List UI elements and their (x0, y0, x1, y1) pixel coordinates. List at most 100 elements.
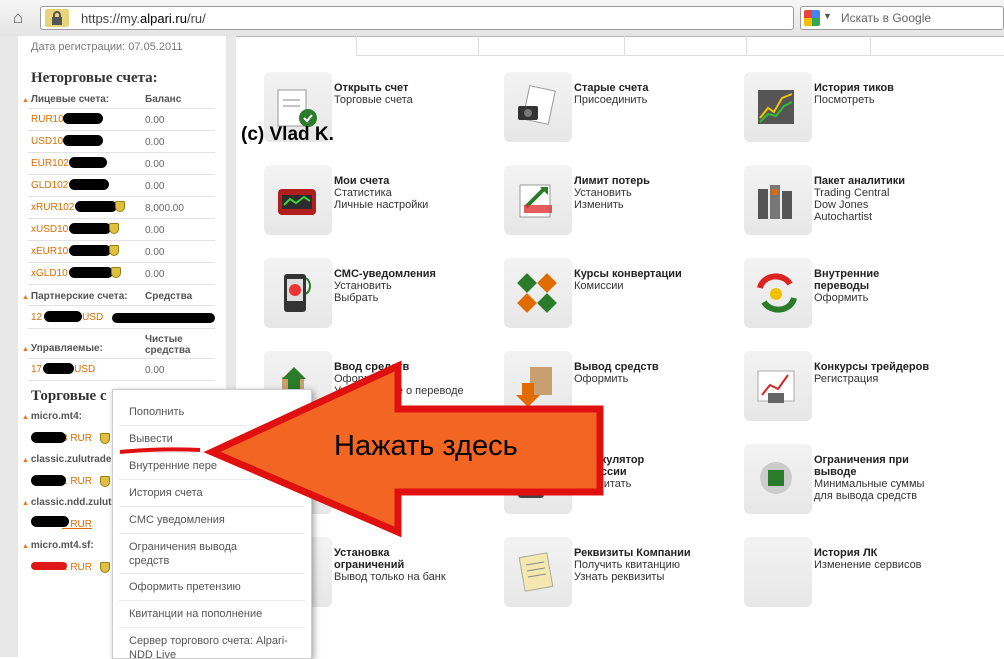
url-text[interactable]: https://my.alpari.ru/ru/ (81, 11, 206, 26)
tile-link[interactable]: Autochartist (814, 211, 872, 223)
wallet-account-link[interactable]: EUR102 (31, 158, 69, 169)
wallet-account-link[interactable]: RUR10 (31, 114, 64, 125)
internal-transfer-icon[interactable] (744, 258, 812, 328)
my-accounts-icon[interactable] (264, 165, 332, 235)
service-tile[interactable]: Ограничения при выводе Минимальные суммы дл… (744, 444, 974, 524)
tile-title[interactable]: Установка (334, 547, 390, 559)
tile-link[interactable]: Оформить (814, 292, 868, 304)
tile-title[interactable]: История тиков (814, 82, 894, 94)
wallet-account-link[interactable]: xRUR102 (31, 202, 74, 213)
conversion-rates-icon[interactable] (504, 258, 572, 328)
contest-icon[interactable] (744, 351, 812, 421)
tile-title[interactable]: Конкурсы трейдеров (814, 361, 929, 373)
tile-title[interactable]: Старые счета (574, 82, 648, 94)
tile-link[interactable]: Установить (574, 187, 632, 199)
tile-link[interactable]: Оформить (574, 373, 628, 385)
tile-title[interactable]: Вывод средств (574, 361, 659, 373)
tile-title[interactable]: Лимит потерь (574, 175, 650, 187)
home-icon[interactable]: ⌂ (8, 8, 28, 28)
chevron-down-icon[interactable]: ▼ (823, 11, 832, 21)
tile-link[interactable]: Комиссии (574, 280, 624, 292)
service-tile[interactable]: История ЛК Изменение сервисов (744, 537, 974, 617)
tile-link[interactable]: Получить квитанцию (574, 559, 680, 571)
tile-link[interactable]: комиссии (574, 466, 627, 478)
company-details-icon[interactable] (504, 537, 572, 607)
tile-link[interactable]: ограничений (334, 559, 404, 571)
withdraw-icon[interactable] (504, 351, 572, 421)
tile-title[interactable]: Ввод средств (334, 361, 409, 373)
service-tile[interactable]: Внутренние переводы Оформить (744, 258, 974, 338)
withdraw-limits-icon[interactable] (744, 444, 812, 514)
tile-link[interactable]: Trading Central (814, 187, 889, 199)
trading-account-link[interactable]: 1 RUR (62, 476, 92, 487)
service-tile[interactable]: Лимит потерь Установить Изменить (504, 165, 734, 245)
address-bar[interactable]: https://my.alpari.ru/ru/ ★ (40, 6, 825, 30)
menu-item-sms[interactable]: СМС уведомления (129, 513, 305, 527)
menu-item-deposit[interactable]: Пополнить (129, 405, 305, 419)
search-bar[interactable]: ▼ Искать в Google (800, 6, 1004, 30)
trading-account-link[interactable]: 3 RUR (62, 433, 92, 444)
tile-link[interactable]: Минимальные суммы (814, 478, 924, 490)
tile-link[interactable]: переводы (814, 280, 869, 292)
tile-title[interactable]: Калькулятор (574, 454, 644, 466)
tile-link[interactable]: Посмотреть (814, 94, 875, 106)
tile-link[interactable]: выводе (814, 466, 856, 478)
tile-link[interactable]: Торговые счета (334, 94, 413, 106)
tile-link[interactable]: Оформить (334, 373, 388, 385)
old-accounts-icon[interactable] (504, 72, 572, 142)
tile-link[interactable]: Присоединить (574, 94, 647, 106)
tile-link[interactable]: Dow Jones (814, 199, 868, 211)
loss-limit-icon[interactable] (504, 165, 572, 235)
tile-title[interactable]: Ограничения при (814, 454, 909, 466)
wallet-account-link[interactable]: xGLD10 (31, 268, 68, 279)
tile-link[interactable]: Рассчитать (574, 478, 631, 490)
menu-item-claim[interactable]: Оформить претензию (129, 580, 305, 594)
google-icon[interactable] (804, 10, 820, 26)
menu-item-receipts[interactable]: Квитанции на пополнение (129, 607, 305, 621)
tick-history-icon[interactable] (744, 72, 812, 142)
menu-item-withdraw-limits[interactable]: Ограничения вывода средств (129, 540, 269, 568)
tile-link[interactable]: Уведомление о переводе (334, 385, 464, 397)
menu-item-account-history[interactable]: История счета (129, 486, 305, 500)
service-tile[interactable]: Пакет аналитики Trading Central Dow Jones A… (744, 165, 974, 245)
tile-title[interactable]: Внутренние (814, 268, 879, 280)
service-tile[interactable]: Старые счета Присоединить (504, 72, 734, 152)
wallet-account-link[interactable]: xEUR10 (31, 246, 68, 257)
tile-link[interactable]: Установить (334, 280, 392, 292)
tile-link[interactable]: Выбрать (334, 292, 378, 304)
tile-title[interactable]: СМС-уведомления (334, 268, 436, 280)
tile-link[interactable]: для вывода средств (814, 490, 917, 502)
service-tile[interactable]: % Калькулятор комиссии Рассчитать (504, 444, 734, 524)
service-tile[interactable]: Мои счета Статистика Личные настройки (264, 165, 494, 245)
tile-link[interactable]: Узнать реквизиты (574, 571, 664, 583)
menu-item-withdraw[interactable]: Вывести (129, 432, 305, 446)
sms-icon[interactable] (264, 258, 332, 328)
tile-link[interactable]: Личные настройки (334, 199, 428, 211)
tile-title[interactable]: Открыть счет (334, 82, 408, 94)
service-tile[interactable]: Вывод средств Оформить (504, 351, 734, 431)
history-lk-icon[interactable] (744, 537, 812, 607)
service-tile[interactable]: История тиков Посмотреть (744, 72, 974, 152)
wallet-account-link[interactable]: GLD102 (31, 180, 68, 191)
menu-item-server[interactable]: Сервер торгового счета: Alpari-NDD Live (129, 634, 289, 658)
tile-title[interactable]: Мои счета (334, 175, 389, 187)
tile-link[interactable]: Вывод только на банк (334, 571, 446, 583)
tile-link[interactable]: Регистрация (814, 373, 878, 385)
analytics-icon[interactable] (744, 165, 812, 235)
wallet-account-link[interactable]: xUSD10 (31, 224, 68, 235)
menu-item-internal-transfer[interactable]: Внутренние пере (129, 459, 305, 473)
tile-title[interactable]: История ЛК (814, 547, 877, 559)
service-tile[interactable]: Курсы конвертации Комиссии (504, 258, 734, 338)
wallet-account-link[interactable]: USD10 (31, 136, 63, 147)
tile-title[interactable]: Курсы конвертации (574, 268, 682, 280)
service-tile[interactable]: Конкурсы трейдеров Регистрация (744, 351, 974, 431)
lock-icon[interactable] (45, 9, 69, 27)
service-tile[interactable]: СМС-уведомления Установить Выбрать (264, 258, 494, 338)
search-placeholder[interactable]: Искать в Google (841, 11, 931, 25)
tile-link[interactable]: Изменить (574, 199, 624, 211)
tile-title[interactable]: Реквизиты Компании (574, 547, 691, 559)
service-tile[interactable]: Реквизиты Компании Получить квитанцию Узна… (504, 537, 734, 617)
tile-title[interactable]: Пакет аналитики (814, 175, 905, 187)
tile-link[interactable]: Статистика (334, 187, 392, 199)
tile-link[interactable]: Изменение сервисов (814, 559, 922, 571)
